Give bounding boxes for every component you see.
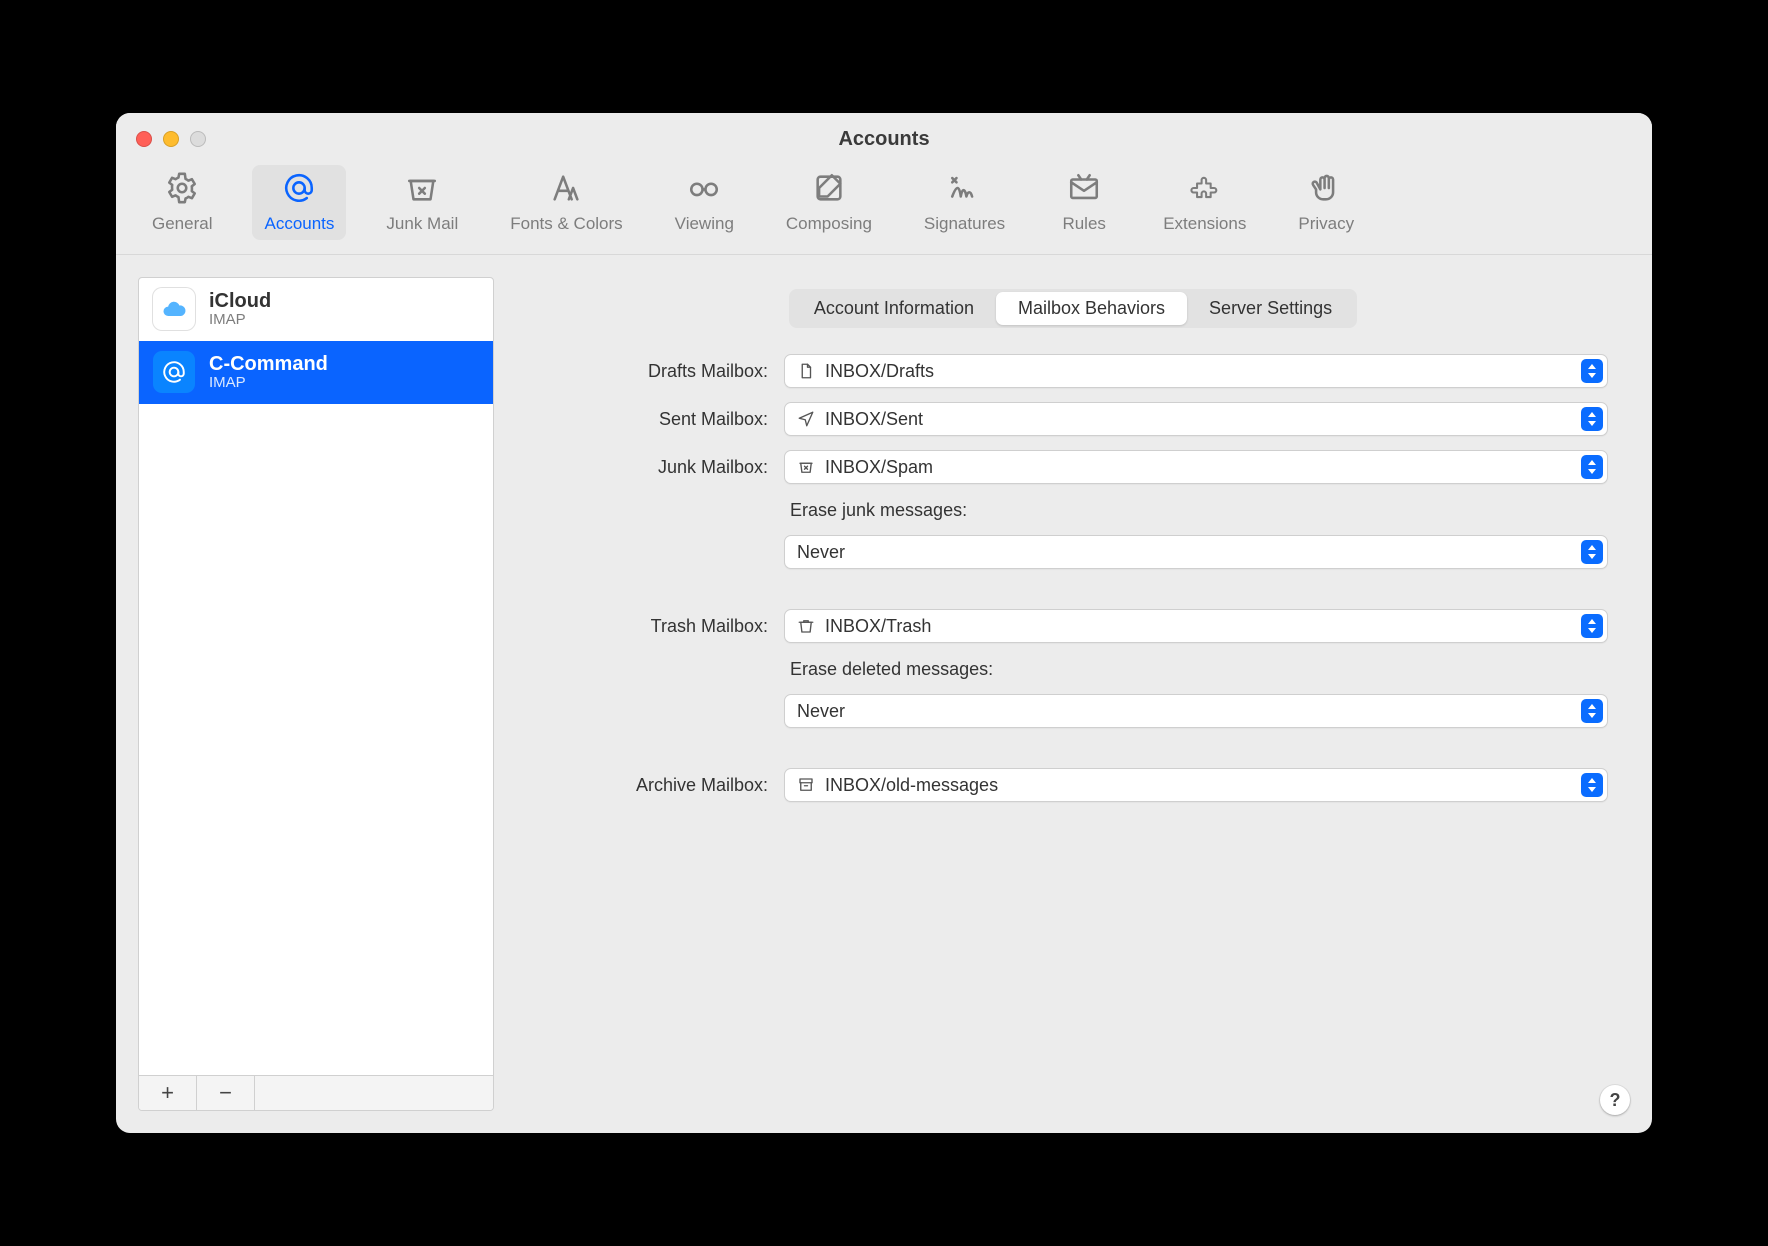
toolbar-viewing[interactable]: Viewing bbox=[663, 165, 746, 240]
erase-junk-popup[interactable]: Never bbox=[784, 535, 1608, 569]
popup-value: INBOX/Trash bbox=[825, 616, 931, 637]
toolbar-label: Extensions bbox=[1163, 214, 1246, 234]
stepper-icon bbox=[1581, 540, 1603, 564]
sidebar-footer: + − bbox=[139, 1075, 493, 1110]
tab-account-information[interactable]: Account Information bbox=[792, 292, 996, 325]
accounts-sidebar: iCloud IMAP C-Command IMAP bbox=[138, 277, 494, 1111]
tab-server-settings[interactable]: Server Settings bbox=[1187, 292, 1354, 325]
stepper-icon bbox=[1581, 614, 1603, 638]
stepper-icon bbox=[1581, 455, 1603, 479]
window-body: iCloud IMAP C-Command IMAP bbox=[116, 255, 1652, 1133]
toolbar-label: General bbox=[152, 214, 212, 234]
toolbar-general[interactable]: General bbox=[140, 165, 224, 240]
archive-box-icon bbox=[797, 776, 815, 794]
preferences-toolbar: General Accounts Junk Mail Fonts & Color… bbox=[116, 165, 1652, 255]
toolbar-accounts[interactable]: Accounts bbox=[252, 165, 346, 240]
popup-value: INBOX/Spam bbox=[825, 457, 933, 478]
sidebar-footer-spacer bbox=[255, 1076, 493, 1110]
signature-icon bbox=[948, 171, 982, 210]
tab-mailbox-behaviors[interactable]: Mailbox Behaviors bbox=[996, 292, 1187, 325]
junk-mailbox-popup[interactable]: INBOX/Spam bbox=[784, 450, 1608, 484]
trash-icon bbox=[797, 617, 815, 635]
account-name: C-Command bbox=[209, 353, 328, 375]
account-text: iCloud IMAP bbox=[209, 290, 271, 329]
toolbar-composing[interactable]: Composing bbox=[774, 165, 884, 240]
toolbar-fonts-colors[interactable]: Fonts & Colors bbox=[498, 165, 634, 240]
popup-value: Never bbox=[797, 542, 845, 563]
erase-deleted-label: Erase deleted messages: bbox=[784, 657, 1608, 680]
popup-value: Never bbox=[797, 701, 845, 722]
toolbar-rules[interactable]: Rules bbox=[1045, 165, 1123, 240]
erase-deleted-popup[interactable]: Never bbox=[784, 694, 1608, 728]
toolbar-label: Composing bbox=[786, 214, 872, 234]
minimize-window-button[interactable] bbox=[163, 131, 179, 147]
traffic-lights bbox=[136, 131, 206, 147]
popup-value: INBOX/Drafts bbox=[825, 361, 934, 382]
sent-mailbox-label: Sent Mailbox: bbox=[538, 409, 768, 430]
toolbar-label: Viewing bbox=[675, 214, 734, 234]
junk-mailbox-label: Junk Mailbox: bbox=[538, 457, 768, 478]
rules-envelope-icon bbox=[1067, 171, 1101, 210]
mailbox-behaviors-form: Drafts Mailbox: INBOX/Drafts Sent Mailbo… bbox=[538, 354, 1608, 802]
toolbar-label: Privacy bbox=[1298, 214, 1354, 234]
popup-value: INBOX/Sent bbox=[825, 409, 923, 430]
glasses-icon bbox=[687, 171, 721, 210]
toolbar-privacy[interactable]: Privacy bbox=[1286, 165, 1366, 240]
stepper-icon bbox=[1581, 699, 1603, 723]
puzzle-icon bbox=[1188, 171, 1222, 210]
stepper-icon bbox=[1581, 359, 1603, 383]
titlebar: Accounts bbox=[116, 113, 1652, 165]
account-list: iCloud IMAP C-Command IMAP bbox=[139, 278, 493, 1075]
archive-mailbox-label: Archive Mailbox: bbox=[538, 775, 768, 796]
toolbar-label: Accounts bbox=[264, 214, 334, 234]
stepper-icon bbox=[1581, 407, 1603, 431]
junk-bin-icon bbox=[797, 458, 815, 476]
close-window-button[interactable] bbox=[136, 131, 152, 147]
toolbar-label: Fonts & Colors bbox=[510, 214, 622, 234]
drafts-mailbox-label: Drafts Mailbox: bbox=[538, 361, 768, 382]
account-text: C-Command IMAP bbox=[209, 353, 328, 392]
toolbar-signatures[interactable]: Signatures bbox=[912, 165, 1017, 240]
toolbar-label: Signatures bbox=[924, 214, 1005, 234]
account-tabs: Account Information Mailbox Behaviors Se… bbox=[789, 289, 1357, 328]
stepper-icon bbox=[1581, 773, 1603, 797]
zoom-window-button[interactable] bbox=[190, 131, 206, 147]
trash-mailbox-popup[interactable]: INBOX/Trash bbox=[784, 609, 1608, 643]
toolbar-extensions[interactable]: Extensions bbox=[1151, 165, 1258, 240]
account-subtitle: IMAP bbox=[209, 375, 328, 392]
add-account-button[interactable]: + bbox=[139, 1076, 197, 1110]
gear-icon bbox=[165, 171, 199, 210]
popup-value: INBOX/old-messages bbox=[825, 775, 998, 796]
toolbar-label: Junk Mail bbox=[386, 214, 458, 234]
account-settings-panel: Account Information Mailbox Behaviors Se… bbox=[516, 277, 1630, 1111]
toolbar-junk-mail[interactable]: Junk Mail bbox=[374, 165, 470, 240]
sent-mailbox-popup[interactable]: INBOX/Sent bbox=[784, 402, 1608, 436]
compose-icon bbox=[812, 171, 846, 210]
help-button[interactable]: ? bbox=[1600, 1085, 1630, 1115]
junk-bin-icon bbox=[405, 171, 439, 210]
window-title: Accounts bbox=[838, 128, 929, 151]
font-icon bbox=[549, 171, 583, 210]
archive-mailbox-popup[interactable]: INBOX/old-messages bbox=[784, 768, 1608, 802]
hand-icon bbox=[1309, 171, 1343, 210]
icloud-icon bbox=[153, 288, 195, 330]
at-icon bbox=[153, 351, 195, 393]
account-item-c-command[interactable]: C-Command IMAP bbox=[139, 341, 493, 404]
trash-mailbox-label: Trash Mailbox: bbox=[538, 616, 768, 637]
drafts-mailbox-popup[interactable]: INBOX/Drafts bbox=[784, 354, 1608, 388]
erase-junk-label: Erase junk messages: bbox=[784, 498, 1608, 521]
toolbar-label: Rules bbox=[1062, 214, 1105, 234]
account-name: iCloud bbox=[209, 290, 271, 312]
document-icon bbox=[797, 362, 815, 380]
preferences-window: Accounts General Accounts Junk Mail bbox=[116, 113, 1652, 1133]
account-item-icloud[interactable]: iCloud IMAP bbox=[139, 278, 493, 341]
remove-account-button[interactable]: − bbox=[197, 1076, 255, 1110]
paper-plane-icon bbox=[797, 410, 815, 428]
at-sign-icon bbox=[282, 171, 316, 210]
account-subtitle: IMAP bbox=[209, 312, 271, 329]
